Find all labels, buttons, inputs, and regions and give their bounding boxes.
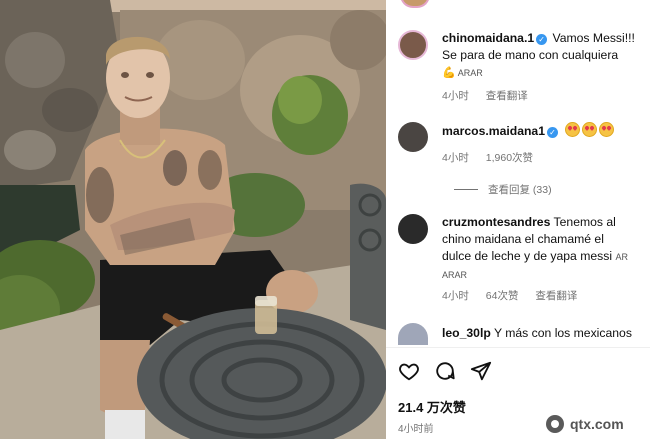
see-translation-link[interactable]: 查看翻译 [535, 290, 577, 302]
photo-illustration [0, 0, 386, 439]
comment-avatar[interactable] [398, 122, 428, 152]
post-time: 4小时前 [398, 424, 434, 435]
translate-tag: ARAR [442, 270, 468, 280]
comment-meta: 4小时 查看翻译 [442, 88, 542, 103]
comment-username[interactable]: marcos.maidana1 [442, 124, 545, 138]
verified-icon: ✓ [536, 34, 548, 45]
view-replies-label: 查看回复 (33) [488, 184, 552, 196]
translate-tag: ARAR [457, 68, 483, 78]
comment-avatar[interactable] [398, 323, 428, 345]
share-icon[interactable] [470, 360, 492, 387]
post-photo [0, 0, 386, 439]
comment-username[interactable]: chinomaidana.1 [442, 31, 534, 45]
view-replies-link[interactable]: 查看回复 (33) [454, 182, 552, 197]
heart-eyes-emoji [582, 122, 598, 137]
comment-text: cruzmontesandres Tenemos al chino maidan… [442, 214, 644, 284]
comment-body-line2: Se para de mano con cualquiera [442, 48, 619, 62]
comments-panel: chinomaidana.1 ✓ Vamos Messi!!! Se para d… [386, 0, 650, 439]
heart-icon[interactable] [398, 360, 420, 387]
comment-body: Y más con los mexicanos [493, 326, 632, 340]
comment-time: 4小时 [442, 290, 469, 302]
comment-text: leo_30lp Y más con los mexicanos [442, 325, 644, 342]
comment-username[interactable]: leo_30lp [442, 326, 491, 340]
comment-text: marcos.maidana1 ✓ [442, 122, 644, 140]
comment-meta: 4小时 64次赞 查看翻译 [442, 288, 591, 303]
comment-avatar[interactable] [398, 30, 428, 60]
comment-text: chinomaidana.1 ✓ Vamos Messi!!! Se para d… [442, 30, 644, 82]
heart-eyes-emoji [565, 122, 581, 137]
watermark-logo-icon [546, 415, 564, 433]
comment-item: marcos.maidana1 ✓ 4小时 1,960次赞 查看回复 (33) [398, 122, 644, 202]
watermark: qtx.com [536, 410, 650, 439]
replies-divider [454, 189, 478, 190]
actions-divider [386, 347, 650, 348]
post-likes[interactable]: 21.4 万次赞 [398, 397, 466, 416]
comment-body-line1: Tenemos al [553, 215, 616, 229]
watermark-text: qtx.com [570, 416, 624, 432]
comment-item: chinomaidana.1 ✓ Vamos Messi!!! Se para d… [398, 30, 644, 103]
comment-likes[interactable]: 1,960次赞 [486, 152, 533, 164]
comment-icon[interactable] [434, 360, 456, 387]
translate-tag: AR [615, 252, 628, 262]
heart-eyes-emoji [599, 122, 615, 137]
comment-time: 4小时 [442, 90, 469, 102]
comment-body-line2: chino maidana el chamamé el [442, 232, 604, 246]
comment-username[interactable]: cruzmontesandres [442, 215, 550, 229]
comment-body-line1: Vamos Messi!!! [552, 31, 635, 45]
verified-icon: ✓ [546, 127, 558, 138]
comment-avatar[interactable] [398, 214, 428, 244]
comment-meta: 4小时 1,960次赞 [442, 150, 547, 165]
see-translation-link[interactable]: 查看翻译 [486, 90, 528, 102]
comment-likes[interactable]: 64次赞 [486, 290, 519, 302]
comment-item: leo_30lp Y más con los mexicanos [398, 323, 644, 345]
comment-item: cruzmontesandres Tenemos al chino maidan… [398, 214, 644, 304]
comment-time: 4小时 [442, 152, 469, 164]
header-avatar[interactable] [400, 0, 430, 8]
comment-body-line3: dulce de leche y de yapa messi [442, 249, 613, 263]
flexed-bicep-emoji: 💪 [442, 67, 456, 79]
